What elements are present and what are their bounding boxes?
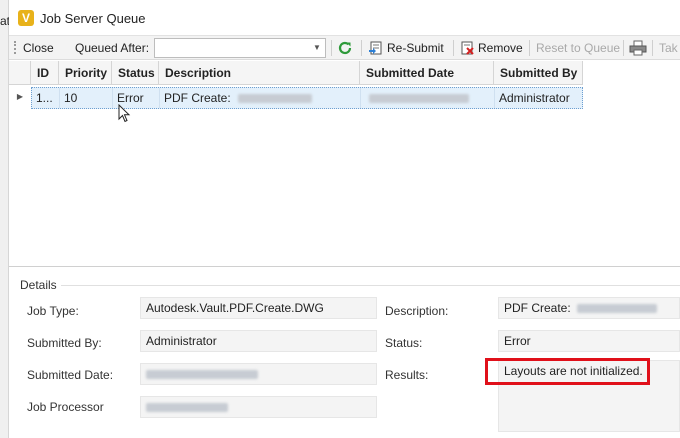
- cell-id: 1...: [32, 88, 60, 108]
- remove-button[interactable]: Remove: [459, 39, 523, 57]
- resubmit-icon: [369, 41, 382, 55]
- cell-description-text: PDF Create:: [164, 91, 231, 105]
- close-button[interactable]: Close: [23, 39, 54, 57]
- toolbar-separator: [623, 40, 624, 56]
- description-label: Description:: [385, 304, 449, 318]
- vault-app-icon: V: [18, 10, 34, 26]
- redacted-text: [146, 370, 258, 380]
- column-header-description[interactable]: Description: [159, 61, 360, 85]
- chevron-down-icon[interactable]: ▼: [312, 42, 322, 54]
- take-button[interactable]: Tak: [659, 39, 678, 57]
- column-header-submitted-by[interactable]: Submitted By: [494, 61, 583, 85]
- background-window-text: at: [0, 14, 9, 28]
- redacted-text: [146, 403, 228, 413]
- table-row[interactable]: 1... 10 Error PDF Create: Administrator: [31, 87, 583, 109]
- toolbar-grip[interactable]: [14, 41, 16, 54]
- redacted-text: [577, 304, 658, 314]
- redacted-text: [369, 94, 469, 104]
- redacted-text: [238, 94, 313, 104]
- results-label: Results:: [385, 368, 429, 382]
- window-title: Job Server Queue: [40, 11, 146, 26]
- current-row-arrow-icon: ▶: [16, 92, 24, 101]
- column-header-submitted-date[interactable]: Submitted Date: [360, 61, 494, 85]
- resubmit-label: Re-Submit: [387, 41, 444, 55]
- mouse-pointer-icon: [118, 104, 131, 123]
- column-header-priority[interactable]: Priority: [59, 61, 112, 85]
- description-field[interactable]: PDF Create:: [498, 297, 680, 319]
- toolbar: Close Queued After: ▼ Re-Submit Remove R…: [9, 36, 680, 60]
- reset-to-queue-button[interactable]: Reset to Queue: [536, 39, 620, 57]
- queued-after-label: Queued After:: [75, 41, 150, 55]
- refresh-icon: [338, 41, 352, 54]
- job-queue-grid[interactable]: ID Priority Status Description Submitted…: [9, 61, 680, 267]
- highlight-annotation-box: [485, 358, 650, 385]
- background-window-strip: at: [0, 0, 9, 438]
- row-selector-header: [9, 61, 31, 85]
- status-field[interactable]: Error: [498, 330, 680, 352]
- printer-icon: [629, 40, 647, 56]
- column-header-status[interactable]: Status: [112, 61, 159, 85]
- details-divider: [61, 285, 680, 286]
- column-header-id[interactable]: ID: [31, 61, 59, 85]
- title-bar[interactable]: V Job Server Queue: [9, 0, 680, 36]
- submitted-date-field[interactable]: [140, 363, 377, 385]
- cell-description: PDF Create:: [160, 88, 361, 108]
- cell-submitted-by: Administrator: [499, 91, 570, 105]
- job-type-label: Job Type:: [27, 304, 79, 318]
- description-field-text: PDF Create:: [504, 301, 571, 315]
- toolbar-separator: [361, 40, 362, 56]
- toolbar-separator: [453, 40, 454, 56]
- toolbar-separator: [529, 40, 530, 56]
- submitted-date-label: Submitted Date:: [27, 368, 114, 382]
- status-label: Status:: [385, 336, 423, 350]
- submitted-by-label: Submitted By:: [27, 336, 102, 350]
- toolbar-separator: [331, 40, 332, 56]
- job-processor-field[interactable]: [140, 396, 377, 418]
- job-server-queue-window: V Job Server Queue Close Queued After: ▼…: [9, 0, 680, 438]
- details-section-title: Details: [20, 278, 57, 292]
- job-type-field[interactable]: Autodesk.Vault.PDF.Create.DWG: [140, 297, 377, 319]
- resubmit-button[interactable]: Re-Submit: [368, 39, 444, 57]
- queued-after-dropdown[interactable]: ▼: [154, 38, 326, 58]
- toolbar-separator: [652, 40, 653, 56]
- submitted-by-field[interactable]: Administrator: [140, 330, 377, 352]
- remove-icon: [461, 41, 474, 55]
- remove-label: Remove: [478, 41, 523, 55]
- print-button[interactable]: [629, 39, 650, 57]
- job-processor-label: Job Processor: [27, 400, 104, 414]
- cell-submitted-date: [361, 88, 495, 108]
- grid-header: ID Priority Status Description Submitted…: [9, 61, 583, 85]
- cell-priority: 10: [60, 88, 113, 108]
- refresh-button[interactable]: [337, 39, 356, 57]
